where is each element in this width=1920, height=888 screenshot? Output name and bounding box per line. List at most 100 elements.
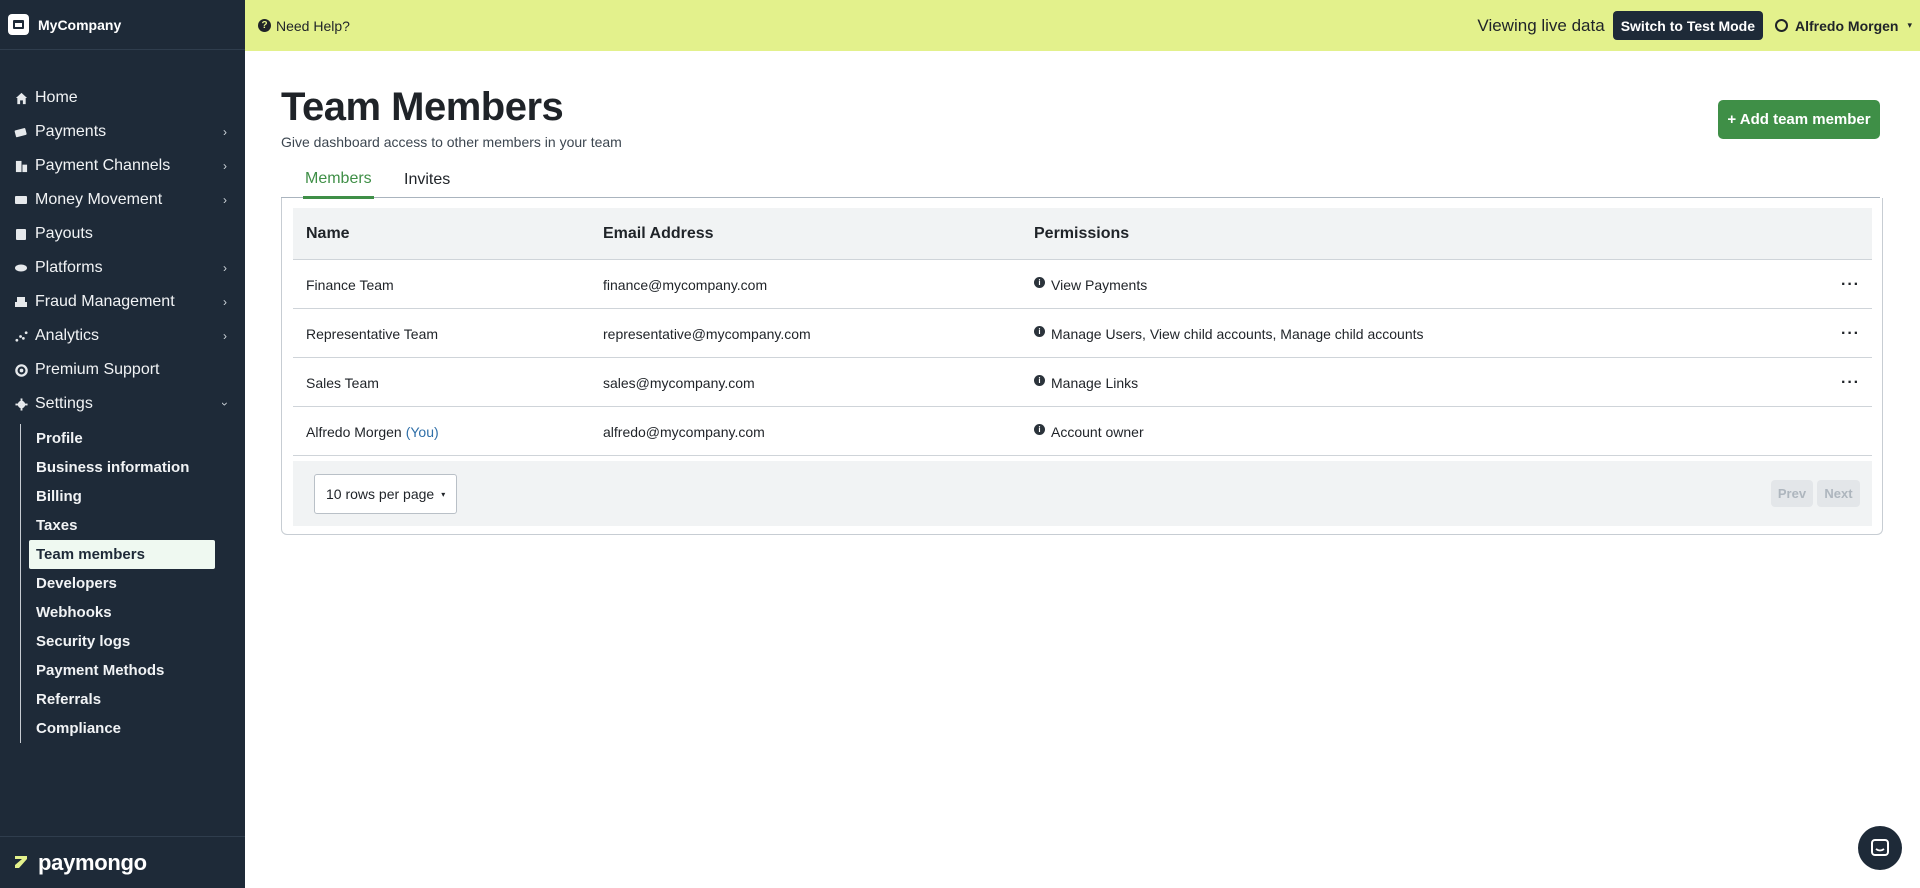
member-permissions: i Account owner bbox=[1034, 407, 1144, 456]
sidebar-item-payments[interactable]: Payments › bbox=[0, 115, 245, 149]
chat-launcher-button[interactable] bbox=[1858, 826, 1902, 870]
sidebar-item-home[interactable]: Home bbox=[0, 81, 245, 115]
permissions-text: Manage Links bbox=[1051, 374, 1139, 391]
help-icon: ? bbox=[258, 19, 271, 32]
permissions-text: Manage Users, View child accounts, Manag… bbox=[1051, 325, 1424, 342]
info-icon[interactable]: i bbox=[1034, 424, 1045, 435]
sidebar-item-label: Platforms bbox=[35, 259, 103, 276]
table-row: Representative Team representative@mycom… bbox=[293, 309, 1872, 358]
sidebar-item-analytics[interactable]: Analytics › bbox=[0, 319, 245, 353]
column-header-email: Email Address bbox=[603, 225, 714, 242]
settings-item-billing[interactable]: Billing bbox=[29, 482, 220, 511]
sidebar-item-label: Premium Support bbox=[35, 361, 160, 378]
main-content: Team Members Give dashboard access to ot… bbox=[245, 51, 1920, 888]
settings-item-profile[interactable]: Profile bbox=[29, 424, 220, 453]
member-email: alfredo@mycompany.com bbox=[603, 423, 765, 440]
switch-test-mode-button[interactable]: Switch to Test Mode bbox=[1612, 11, 1764, 40]
payouts-icon bbox=[14, 227, 28, 241]
top-bar: ? Need Help? Viewing live data Switch to… bbox=[245, 0, 1920, 51]
user-menu[interactable]: Alfredo Morgen ▾ bbox=[1775, 18, 1912, 34]
help-label: Need Help? bbox=[276, 17, 350, 34]
you-badge: (You) bbox=[405, 423, 439, 440]
sidebar-item-premium-support[interactable]: Premium Support bbox=[0, 353, 245, 387]
fraud-icon bbox=[14, 295, 28, 309]
caret-down-icon: ▾ bbox=[1907, 20, 1912, 30]
payments-icon bbox=[14, 125, 28, 139]
settings-item-referrals[interactable]: Referrals bbox=[29, 685, 220, 714]
sidebar-item-payouts[interactable]: Payouts bbox=[0, 217, 245, 251]
user-name: Alfredo Morgen bbox=[1795, 17, 1899, 34]
member-permissions: i Manage Users, View child accounts, Man… bbox=[1034, 309, 1424, 358]
rows-per-page-select[interactable]: 10 rows per page ▾ bbox=[314, 474, 457, 514]
tab-bar: Members Invites bbox=[281, 162, 1880, 199]
table-header: Name Email Address Permissions bbox=[293, 208, 1872, 260]
sidebar-item-fraud-management[interactable]: Fraud Management › bbox=[0, 285, 245, 319]
permissions-text: Account owner bbox=[1051, 423, 1144, 440]
sidebar-item-label: Payments bbox=[35, 123, 107, 140]
add-team-member-button[interactable]: + Add team member bbox=[1718, 100, 1880, 139]
prev-page-button[interactable]: Prev bbox=[1771, 480, 1813, 507]
info-icon[interactable]: i bbox=[1034, 375, 1045, 386]
help-link[interactable]: ? Need Help? bbox=[258, 18, 350, 34]
sidebar-item-label: Payment Channels bbox=[35, 157, 171, 174]
row-menu-button[interactable]: ··· bbox=[1841, 260, 1860, 309]
sidebar-item-payment-channels[interactable]: Payment Channels › bbox=[0, 149, 245, 183]
settings-item-team-members[interactable]: Team members bbox=[29, 540, 215, 569]
paymongo-logo-icon bbox=[13, 854, 29, 872]
table-row: Alfredo Morgen (You) alfredo@mycompany.c… bbox=[293, 407, 1872, 456]
info-icon[interactable]: i bbox=[1034, 277, 1045, 288]
platforms-icon bbox=[14, 261, 28, 275]
member-name: Sales Team bbox=[306, 358, 379, 407]
permissions-text: View Payments bbox=[1051, 276, 1148, 293]
settings-item-security-logs[interactable]: Security logs bbox=[29, 627, 220, 656]
settings-subnav: Profile Business information Billing Tax… bbox=[20, 424, 220, 743]
sidebar-item-label: Analytics bbox=[35, 327, 100, 344]
settings-item-webhooks[interactable]: Webhooks bbox=[29, 598, 220, 627]
sidebar-item-label: Payouts bbox=[35, 225, 93, 242]
tab-members[interactable]: Members bbox=[303, 162, 374, 199]
sidebar-item-money-movement[interactable]: Money Movement › bbox=[0, 183, 245, 217]
sidebar-item-label: Fraud Management bbox=[35, 293, 175, 310]
company-name: MyCompany bbox=[38, 16, 122, 33]
company-logo-icon bbox=[8, 14, 29, 35]
member-name-text: Representative Team bbox=[306, 325, 439, 342]
settings-icon bbox=[14, 397, 28, 411]
chevron-right-icon: › bbox=[223, 159, 227, 173]
settings-item-payment-methods[interactable]: Payment Methods bbox=[29, 656, 220, 685]
settings-item-developers[interactable]: Developers bbox=[29, 569, 220, 598]
paymongo-wordmark: paymongo bbox=[38, 849, 147, 875]
settings-item-compliance[interactable]: Compliance bbox=[29, 714, 220, 743]
row-menu-button[interactable]: ··· bbox=[1841, 358, 1860, 407]
table-row: Sales Team sales@mycompany.com i Manage … bbox=[293, 358, 1872, 407]
member-name-text: Alfredo Morgen bbox=[306, 423, 402, 440]
member-name: Representative Team bbox=[306, 309, 438, 358]
top-bar-right: Viewing live data Switch to Test Mode Al… bbox=[1477, 0, 1920, 51]
caret-down-icon: ▾ bbox=[441, 489, 446, 499]
page-title: Team Members bbox=[281, 85, 564, 129]
brand-header[interactable]: MyCompany bbox=[0, 0, 245, 50]
money-icon bbox=[14, 193, 28, 207]
column-header-permissions: Permissions bbox=[1034, 225, 1130, 242]
chevron-right-icon: › bbox=[223, 125, 227, 139]
chevron-right-icon: › bbox=[223, 193, 227, 207]
tab-invites[interactable]: Invites bbox=[404, 162, 450, 198]
sidebar-footer: paymongo bbox=[0, 836, 245, 888]
sidebar-item-settings[interactable]: Settings › bbox=[0, 387, 245, 421]
sidebar-item-platforms[interactable]: Platforms › bbox=[0, 251, 245, 285]
info-icon[interactable]: i bbox=[1034, 326, 1045, 337]
chevron-right-icon: › bbox=[223, 261, 227, 275]
chevron-right-icon: › bbox=[223, 295, 227, 309]
analytics-icon bbox=[14, 329, 28, 343]
row-menu-button[interactable]: ··· bbox=[1841, 309, 1860, 358]
next-page-button[interactable]: Next bbox=[1817, 480, 1860, 507]
home-icon bbox=[14, 91, 28, 105]
sidebar-item-label: Settings bbox=[35, 395, 93, 412]
column-header-name: Name bbox=[306, 225, 350, 242]
table-row: Finance Team finance@mycompany.com i Vie… bbox=[293, 260, 1872, 309]
sidebar-item-label: Money Movement bbox=[35, 191, 163, 208]
settings-item-taxes[interactable]: Taxes bbox=[29, 511, 220, 540]
settings-item-business-information[interactable]: Business information bbox=[29, 453, 220, 482]
chevron-right-icon: › bbox=[223, 329, 227, 343]
member-email: representative@mycompany.com bbox=[603, 325, 811, 342]
support-icon bbox=[14, 363, 28, 377]
